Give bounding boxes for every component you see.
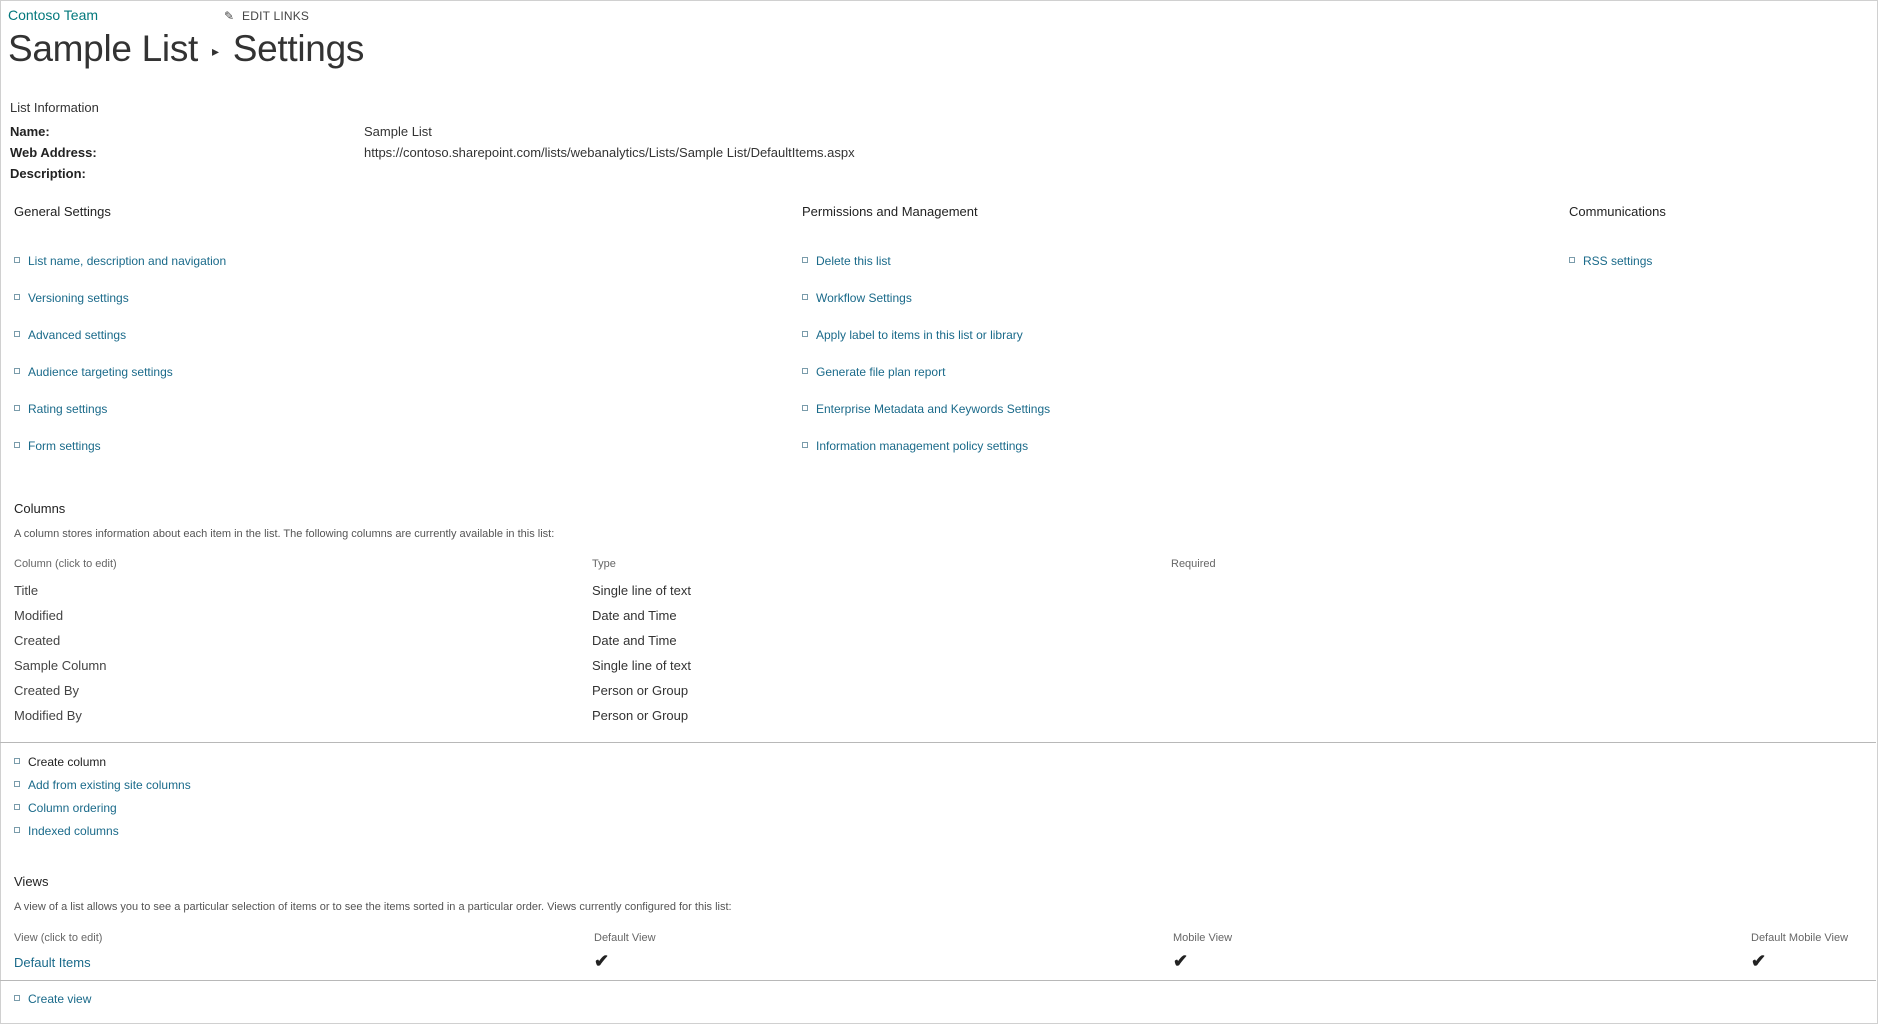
permissions-item[interactable]: Generate file plan report xyxy=(802,365,945,379)
views-divider xyxy=(0,980,1876,981)
add-site-columns-link[interactable]: Add from existing site columns xyxy=(14,778,191,792)
square-bullet-icon xyxy=(14,294,20,300)
breadcrumb-arrow-icon: ▸ xyxy=(212,42,219,59)
list-information-heading: List Information xyxy=(10,100,99,115)
square-bullet-icon xyxy=(14,804,20,810)
columns-description: A column stores information about each i… xyxy=(14,528,555,540)
checkmark-icon: ✔ xyxy=(1751,951,1767,971)
general-settings-item[interactable]: Rating settings xyxy=(14,402,107,416)
column-row-type: Person or Group xyxy=(592,708,689,723)
pencil-icon: ✎ xyxy=(224,9,235,23)
view-header-mobile: Mobile View xyxy=(1173,932,1233,944)
column-row-name[interactable]: Sample Column xyxy=(14,658,107,673)
column-row-name[interactable]: Modified xyxy=(14,608,63,623)
column-row-name[interactable]: Modified By xyxy=(14,708,82,723)
column-header-name: Column (click to edit) xyxy=(14,558,117,570)
general-settings-item[interactable]: Form settings xyxy=(14,439,101,453)
checkmark-icon: ✔ xyxy=(1173,951,1189,971)
square-bullet-icon xyxy=(1569,257,1575,263)
view-header-name: View (click to edit) xyxy=(14,932,103,944)
edit-links-button[interactable]: ✎ EDIT LINKS xyxy=(224,9,309,23)
column-row-name[interactable]: Title xyxy=(14,583,38,598)
square-bullet-icon xyxy=(14,758,20,764)
view-default-items-link[interactable]: Default Items xyxy=(14,955,91,970)
permissions-item[interactable]: Apply label to items in this list or lib… xyxy=(802,328,1023,342)
create-view-link[interactable]: Create view xyxy=(14,992,91,1006)
column-header-type: Type xyxy=(592,558,616,570)
view-header-default: Default View xyxy=(594,932,656,944)
square-bullet-icon xyxy=(14,995,20,1001)
column-row-type: Person or Group xyxy=(592,683,689,698)
communications-heading: Communications xyxy=(1569,204,1666,219)
permissions-item[interactable]: Enterprise Metadata and Keywords Setting… xyxy=(802,402,1050,416)
edit-links-label: EDIT LINKS xyxy=(242,9,310,23)
column-row-name[interactable]: Created By xyxy=(14,683,79,698)
name-value: Sample List xyxy=(364,124,432,139)
square-bullet-icon xyxy=(802,257,808,263)
view-header-default-mobile: Default Mobile View xyxy=(1751,932,1849,944)
general-settings-item[interactable]: Versioning settings xyxy=(14,291,129,305)
column-ordering-link[interactable]: Column ordering xyxy=(14,801,117,815)
column-header-required: Required xyxy=(1171,558,1216,570)
general-settings-item[interactable]: List name, description and navigation xyxy=(14,254,226,268)
views-heading: Views xyxy=(14,874,49,889)
site-breadcrumb-link[interactable]: Contoso Team xyxy=(8,7,98,23)
square-bullet-icon xyxy=(14,368,20,374)
indexed-columns-link[interactable]: Indexed columns xyxy=(14,824,119,838)
columns-divider xyxy=(0,742,1876,743)
square-bullet-icon xyxy=(802,405,808,411)
rss-settings-link[interactable]: RSS settings xyxy=(1569,254,1652,268)
square-bullet-icon xyxy=(14,331,20,337)
square-bullet-icon xyxy=(14,781,20,787)
page-title: Sample List ▸ Settings xyxy=(8,28,364,70)
square-bullet-icon xyxy=(14,257,20,263)
checkmark-icon: ✔ xyxy=(594,951,610,971)
column-row-name[interactable]: Created xyxy=(14,633,60,648)
views-description: A view of a list allows you to see a par… xyxy=(14,901,732,913)
square-bullet-icon xyxy=(802,442,808,448)
permissions-heading: Permissions and Management xyxy=(802,204,978,219)
column-row-type: Date and Time xyxy=(592,608,677,623)
column-row-type: Single line of text xyxy=(592,583,692,598)
permissions-item[interactable]: Workflow Settings xyxy=(802,291,912,305)
square-bullet-icon xyxy=(802,368,808,374)
page-frame xyxy=(0,0,1878,1024)
page-title-settings: Settings xyxy=(232,28,365,69)
web-address-label: Web Address: xyxy=(10,145,97,160)
general-settings-item[interactable]: Advanced settings xyxy=(14,328,126,342)
square-bullet-icon xyxy=(802,294,808,300)
name-label: Name: xyxy=(10,124,50,139)
permissions-item[interactable]: Delete this list xyxy=(802,254,891,268)
create-column-link[interactable]: Create column xyxy=(14,755,106,769)
column-row-type: Single line of text xyxy=(592,658,692,673)
general-settings-heading: General Settings xyxy=(14,204,111,219)
description-label: Description: xyxy=(10,166,86,181)
general-settings-item[interactable]: Audience targeting settings xyxy=(14,365,173,379)
permissions-item[interactable]: Information management policy settings xyxy=(802,439,1028,453)
square-bullet-icon xyxy=(14,827,20,833)
square-bullet-icon xyxy=(14,405,20,411)
square-bullet-icon xyxy=(14,442,20,448)
square-bullet-icon xyxy=(802,331,808,337)
column-row-type: Date and Time xyxy=(592,633,677,648)
web-address-value: https://contoso.sharepoint.com/lists/web… xyxy=(364,145,855,160)
page-title-list[interactable]: Sample List xyxy=(8,28,198,69)
columns-heading: Columns xyxy=(14,501,66,516)
